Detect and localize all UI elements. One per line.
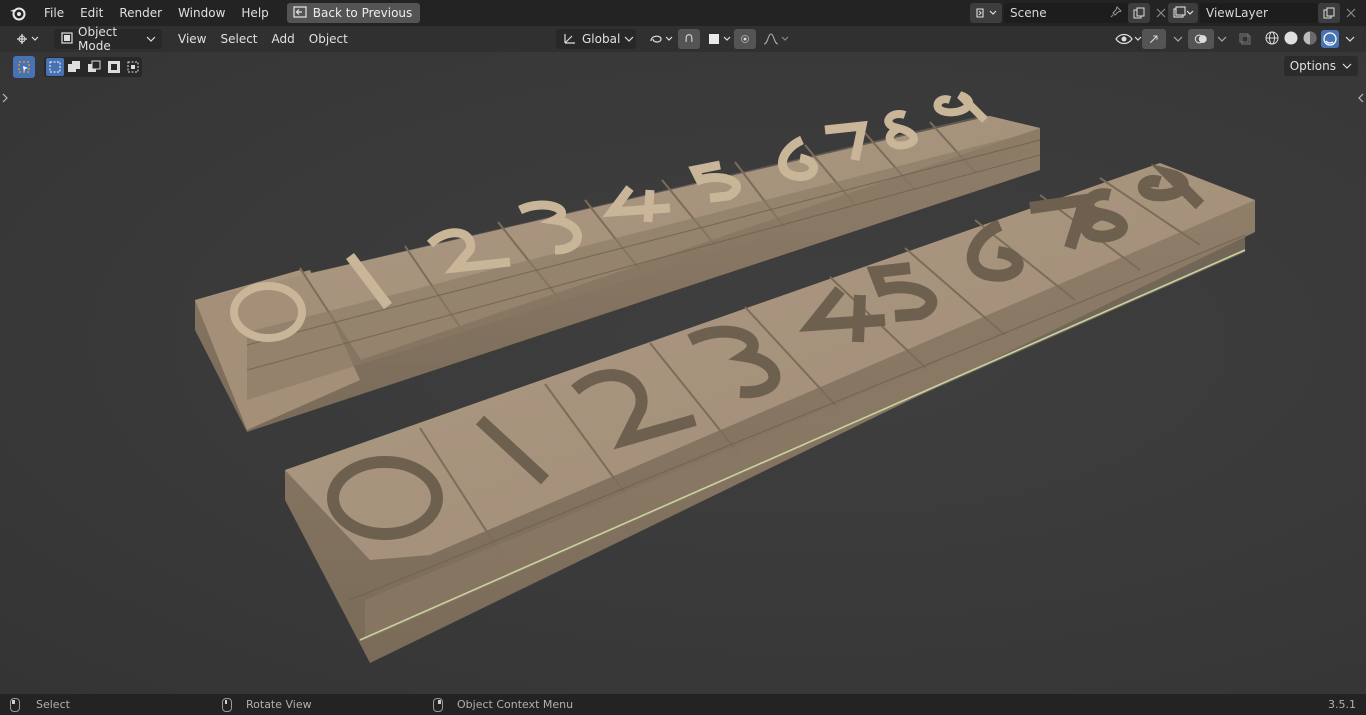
- toolbar-toggle-icon[interactable]: [1, 92, 9, 107]
- options-dropdown[interactable]: Options: [1283, 56, 1358, 76]
- xray-icon[interactable]: [1232, 29, 1258, 49]
- material-shading-icon[interactable]: [1302, 30, 1318, 49]
- status-middle-click-label: Rotate View: [246, 698, 312, 711]
- proportional-falloff-icon[interactable]: [756, 29, 798, 49]
- solid-shading-icon[interactable]: [1283, 30, 1299, 49]
- select-invert-icon[interactable]: [105, 58, 123, 76]
- copy-icon[interactable]: [1318, 3, 1340, 23]
- menu-render[interactable]: Render: [111, 0, 170, 26]
- chevron-down-icon: [1342, 59, 1352, 73]
- select-mode-icons: [44, 57, 142, 77]
- wireframe-shading-icon[interactable]: [1264, 30, 1280, 49]
- blender-logo-icon[interactable]: [0, 0, 36, 26]
- select-intersect-icon[interactable]: [124, 58, 142, 76]
- menu-help[interactable]: Help: [233, 0, 276, 26]
- transform-orientation-label: Global: [582, 32, 621, 46]
- mouse-right-icon: [433, 697, 443, 712]
- status-bar: Select Rotate View Object Context Menu 3…: [0, 694, 1366, 715]
- menu-select[interactable]: Select: [214, 29, 263, 49]
- status-left-click: Select: [10, 694, 70, 715]
- proportional-icon[interactable]: [734, 29, 756, 49]
- snap-icon[interactable]: [678, 29, 700, 49]
- select-tool-icon[interactable]: [13, 56, 35, 78]
- sidebar-toggle-icon[interactable]: [1357, 92, 1365, 107]
- menu-object[interactable]: Object: [303, 29, 354, 49]
- copy-icon[interactable]: [1128, 3, 1150, 23]
- object-mode-label: Object Mode: [78, 25, 118, 53]
- gizmo-options-icon[interactable]: [1166, 29, 1190, 49]
- chevron-down-icon: [146, 32, 156, 46]
- close-icon[interactable]: [1340, 3, 1362, 23]
- back-to-previous-button[interactable]: Back to Previous: [286, 3, 421, 23]
- object-mode-dropdown[interactable]: Object Mode: [54, 25, 162, 53]
- view-layer-name: ViewLayer: [1206, 6, 1268, 20]
- 3d-viewport[interactable]: Options: [0, 52, 1366, 694]
- select-set-icon[interactable]: [46, 58, 64, 76]
- viewport-header: Object Mode View Select Add Object Globa…: [0, 25, 1366, 53]
- back-icon: [293, 5, 307, 21]
- status-right-click-label: Object Context Menu: [457, 698, 574, 711]
- select-extend-icon[interactable]: [66, 58, 84, 76]
- rendered-shading-icon[interactable]: [1321, 30, 1339, 48]
- mouse-middle-icon: [222, 697, 232, 712]
- status-left-click-label: Select: [36, 698, 70, 711]
- shading-options-icon[interactable]: [1338, 29, 1362, 49]
- menu-file[interactable]: File: [36, 0, 72, 26]
- shading-mode-group: [1260, 29, 1344, 49]
- gizmo-icon[interactable]: [1142, 29, 1166, 49]
- mouse-left-icon: [10, 697, 20, 712]
- menu-view[interactable]: View: [172, 29, 212, 49]
- transform-orientation-dropdown[interactable]: Global: [556, 29, 636, 49]
- orientation-icon: [562, 31, 578, 48]
- back-to-previous-label: Back to Previous: [312, 6, 413, 20]
- menu-add[interactable]: Add: [266, 29, 301, 49]
- view-layer-selector: ViewLayer: [1168, 3, 1362, 23]
- menu-edit[interactable]: Edit: [72, 0, 111, 26]
- object-mode-icon: [60, 31, 74, 48]
- options-label: Options: [1289, 59, 1336, 73]
- viewport-scene: [195, 91, 1255, 663]
- version-label: 3.5.1: [1328, 698, 1356, 711]
- top-bar: File Edit Render Window Help Back to Pre…: [0, 0, 1366, 26]
- view-layer-icon[interactable]: [1168, 3, 1198, 23]
- menu-window[interactable]: Window: [170, 0, 233, 26]
- status-right-click: Object Context Menu: [433, 694, 573, 715]
- overlay-options-icon[interactable]: [1210, 29, 1234, 49]
- chevron-down-icon: [624, 32, 634, 46]
- view-layer-name-field[interactable]: ViewLayer: [1200, 3, 1318, 23]
- editor-type-icon[interactable]: [8, 29, 50, 49]
- scene-name-field[interactable]: Scene: [1004, 3, 1128, 23]
- select-subtract-icon[interactable]: [85, 58, 103, 76]
- scene-icon[interactable]: [970, 3, 1002, 23]
- pin-icon[interactable]: [1110, 5, 1122, 21]
- scene-selector: Scene: [970, 3, 1172, 23]
- status-middle-click: Rotate View: [222, 694, 312, 715]
- scene-name: Scene: [1010, 6, 1047, 20]
